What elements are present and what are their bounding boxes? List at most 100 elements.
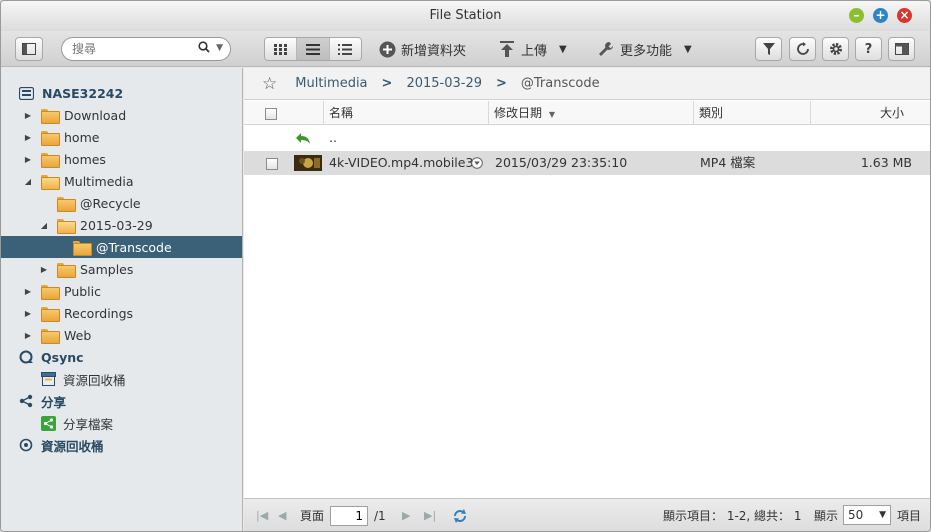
sidebar-item-qsync[interactable]: Qsync <box>1 346 242 368</box>
sidebar-item-samples[interactable]: ▶ Samples <box>1 258 242 280</box>
page-number-input[interactable] <box>330 506 368 526</box>
breadcrumb-item-date[interactable]: 2015-03-29 <box>406 76 482 91</box>
display-info: 顯示項目： 1-2, 總共： 1 <box>663 509 802 523</box>
more-caret-icon[interactable]: ▼ <box>684 44 692 55</box>
folder-icon <box>41 152 60 168</box>
column-name[interactable]: 名稱 <box>324 101 489 125</box>
sidebar-item-label: Recordings <box>64 305 134 321</box>
toggle-info-panel-button[interactable] <box>888 37 915 61</box>
detail-view-button[interactable] <box>329 38 361 60</box>
recycle-icon <box>19 438 33 452</box>
column-type[interactable]: 類別 <box>694 101 811 125</box>
per-page-select[interactable]: 50 ▼ <box>843 505 891 527</box>
page-number-field[interactable] <box>330 505 368 527</box>
toggle-sidebar-button[interactable] <box>15 37 43 61</box>
wrench-icon <box>599 42 613 56</box>
column-size[interactable]: 大小 <box>811 101 930 125</box>
refresh-button[interactable] <box>789 37 816 61</box>
upload-caret-icon[interactable]: ▼ <box>559 44 567 55</box>
breadcrumb-item-transcode[interactable]: @Transcode <box>521 76 600 91</box>
share-icon <box>19 394 33 408</box>
more-actions-button[interactable]: 更多功能 ▼ <box>598 39 692 59</box>
qsync-icon <box>19 350 33 364</box>
search-input[interactable] <box>72 41 192 57</box>
maximize-icon[interactable]: + <box>873 8 888 23</box>
sidebar-item-share[interactable]: 分享 <box>1 390 242 412</box>
column-modified[interactable]: 修改日期 ▼ <box>489 101 694 125</box>
close-icon[interactable]: × <box>897 8 912 23</box>
minimize-icon[interactable]: – <box>849 8 864 23</box>
folder-icon <box>41 284 60 300</box>
search-options-caret-icon[interactable]: ▼ <box>216 43 223 53</box>
expand-arrow-icon[interactable]: ▶ <box>39 265 49 274</box>
sidebar-item-2015-03-29[interactable]: ◢ 2015-03-29 <box>1 214 242 236</box>
thumbnail-view-button[interactable] <box>265 38 298 60</box>
file-name: .. <box>329 130 337 145</box>
select-all-column <box>244 101 324 125</box>
recycle-bin-icon <box>41 372 56 386</box>
star-icon[interactable]: ☆ <box>262 74 277 94</box>
shared-files-icon <box>41 415 56 431</box>
sidebar-item-recordings[interactable]: ▶ Recordings <box>1 302 242 324</box>
expand-arrow-icon[interactable]: ▶ <box>23 155 33 164</box>
qsync-recycle-label: 資源回收桶 <box>63 372 126 388</box>
table-row-parent[interactable]: .. <box>244 126 930 150</box>
sidebar-item-multimedia[interactable]: ◢ Multimedia <box>1 170 242 192</box>
nas-name: NASE32242 <box>42 85 124 101</box>
folder-icon <box>41 130 60 146</box>
expand-arrow-icon[interactable]: ▶ <box>23 309 33 318</box>
items-label: 項目 <box>897 509 922 523</box>
video-thumbnail-icon <box>294 151 322 175</box>
expand-arrow-icon[interactable]: ▶ <box>23 331 33 340</box>
sidebar-item-homes[interactable]: ▶ homes <box>1 148 242 170</box>
window-title: File Station <box>429 8 502 23</box>
sidebar-item-recycle[interactable]: @Recycle <box>1 192 242 214</box>
tree-root-nas[interactable]: NASE32242 <box>1 82 242 104</box>
sidebar-item-public[interactable]: ▶ Public <box>1 280 242 302</box>
expand-arrow-icon[interactable]: ▶ <box>23 133 33 142</box>
file-size: 1.63 MB <box>860 155 912 170</box>
search-icon[interactable] <box>198 41 210 56</box>
folder-icon <box>41 328 60 344</box>
sidebar-item-recycle-bin[interactable]: 資源回收桶 <box>1 434 242 456</box>
sidebar-item-qsync-recycle[interactable]: 資源回收桶 <box>1 368 242 390</box>
sidebar-item-transcode[interactable]: @Transcode <box>1 236 242 258</box>
row-options-icon[interactable] <box>471 151 483 175</box>
plus-circle-icon <box>379 41 396 57</box>
reload-icon[interactable] <box>452 505 468 527</box>
expand-arrow-icon[interactable]: ▶ <box>23 287 33 296</box>
grid-icon <box>274 43 288 55</box>
sidebar-item-shared-files[interactable]: 分享檔案 <box>1 412 242 434</box>
sidebar-item-web[interactable]: ▶ Web <box>1 324 242 346</box>
new-folder-button[interactable]: 新增資料夾 <box>379 39 466 59</box>
sidebar-item-label: homes <box>64 151 106 167</box>
recycle-bin-label: 資源回收桶 <box>41 438 104 454</box>
select-all-checkbox[interactable] <box>265 107 277 120</box>
chevron-down-icon: ▼ <box>879 510 886 520</box>
list-view-button[interactable] <box>297 38 330 60</box>
collapse-arrow-icon[interactable]: ◢ <box>39 221 49 230</box>
folder-icon <box>73 240 92 256</box>
toolbar: ▼ 新增資料夾 上傳 ▼ 更多功能 ▼ <box>1 31 930 67</box>
next-page-icon[interactable]: ▶ <box>402 505 410 527</box>
settings-button[interactable] <box>822 37 849 61</box>
filter-button[interactable] <box>755 37 782 61</box>
breadcrumb-item-multimedia[interactable]: Multimedia <box>295 76 367 91</box>
search-box[interactable]: ▼ <box>61 37 231 61</box>
sidebar-item-label: Download <box>64 107 127 123</box>
filter-icon <box>762 43 775 55</box>
row-checkbox[interactable] <box>266 157 278 170</box>
folder-tree-sidebar: NASE32242 ▶ Download ▶ home ▶ homes ◢ Mu… <box>1 68 243 531</box>
first-page-icon[interactable]: |◀ <box>256 505 268 527</box>
table-row[interactable]: 4k-VIDEO.mp4.mobile3 2015/03/29 23:35:10… <box>244 151 930 175</box>
prev-page-icon[interactable]: ◀ <box>278 505 286 527</box>
sidebar-item-home[interactable]: ▶ home <box>1 126 242 148</box>
collapse-arrow-icon[interactable]: ◢ <box>23 177 33 186</box>
upload-button[interactable]: 上傳 ▼ <box>500 39 567 59</box>
expand-arrow-icon[interactable]: ▶ <box>23 111 33 120</box>
last-page-icon[interactable]: ▶| <box>424 505 436 527</box>
sidebar-item-download[interactable]: ▶ Download <box>1 104 242 126</box>
folder-open-icon <box>57 218 76 234</box>
info-panel-icon <box>894 43 909 55</box>
help-button[interactable]: ? <box>855 37 882 61</box>
